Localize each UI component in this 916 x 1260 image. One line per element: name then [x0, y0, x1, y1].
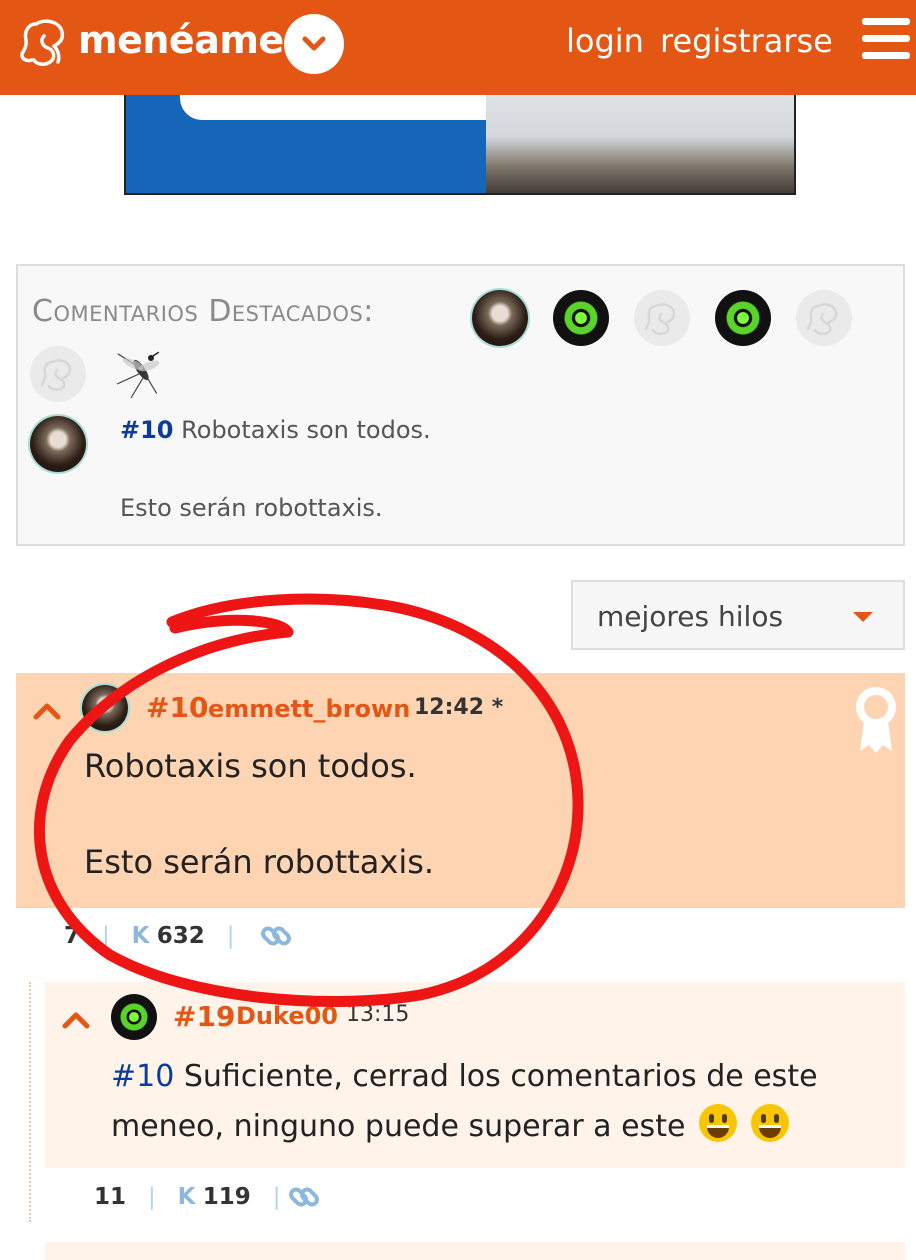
sort-selected-label: mejores hilos — [597, 600, 784, 633]
register-link[interactable]: registrarse — [660, 22, 833, 60]
featured-comment-number: #10 — [120, 416, 174, 444]
thread-line — [29, 982, 31, 1222]
comment-number[interactable]: #10 — [146, 691, 208, 724]
avatar-default[interactable] — [634, 290, 690, 346]
meta-separator: | — [212, 923, 235, 949]
vote-up-icon[interactable] — [61, 1010, 91, 1030]
karma-label: K — [131, 923, 150, 949]
comment-username[interactable]: emmett_brown — [208, 695, 410, 723]
comment-reference-link[interactable]: #10 — [111, 1059, 174, 1094]
next-comment-peek — [45, 1242, 905, 1260]
avatar[interactable] — [82, 685, 128, 731]
comment-number[interactable]: #19 — [173, 1000, 235, 1033]
permalink-icon[interactable] — [287, 1180, 321, 1214]
karma-label: K — [177, 1184, 196, 1210]
meta-separator: | — [133, 1184, 171, 1210]
featured-comments-title: Comentarios Destacados: — [32, 294, 374, 329]
comment: #10 emmett_brown 12:42 * Robotaxis son t… — [16, 673, 905, 908]
avatar-emmett[interactable] — [30, 416, 86, 472]
logo-dropdown-button[interactable] — [284, 14, 344, 74]
avatar-biohazard[interactable] — [553, 290, 609, 346]
site-logo-text[interactable]: menéame — [78, 18, 284, 62]
grinning-face-emoji-icon — [750, 1104, 789, 1142]
avatar-default[interactable] — [796, 290, 852, 346]
caret-down-icon — [853, 612, 873, 622]
avatar-mosquito[interactable] — [111, 344, 167, 400]
comment-meta: 11 | K 119 | — [94, 1184, 280, 1210]
avatar-biohazard[interactable] — [715, 290, 771, 346]
vote-count: 11 — [94, 1184, 127, 1210]
comment-username[interactable]: Duke00 — [236, 1002, 338, 1030]
avatar[interactable] — [111, 994, 157, 1040]
grinning-face-emoji-icon — [698, 1104, 737, 1142]
comment-text-line: Robotaxis son todos. — [84, 747, 417, 785]
comment-meta: 7 | K 632 | — [64, 923, 234, 949]
chevron-down-icon — [302, 36, 326, 51]
hamburger-menu-icon[interactable] — [862, 18, 910, 60]
meta-separator: | — [258, 1184, 281, 1210]
comment-text-line: Esto serán robottaxis. — [84, 843, 435, 881]
vote-count: 7 — [64, 923, 81, 949]
comment-reply: #19 Duke00 13:15 #10 Suficiente, cerrad … — [45, 982, 905, 1168]
comment-timestamp: 13:15 — [346, 1002, 410, 1027]
permalink-icon[interactable] — [259, 919, 293, 953]
avatar-emmett[interactable] — [472, 290, 528, 346]
comment-timestamp: 12:42 * — [414, 695, 504, 720]
featured-comment-link[interactable]: #10 Robotaxis son todos. — [120, 416, 431, 444]
karma-value: 119 — [202, 1184, 251, 1210]
login-link[interactable]: login — [566, 22, 644, 60]
featured-comment-body: Esto serán robottaxis. — [120, 494, 383, 522]
sort-select[interactable]: mejores hilos — [571, 580, 905, 650]
meta-separator: | — [87, 923, 125, 949]
featured-comments-box: Comentarios Destacados: #10 Robotaxis so… — [16, 264, 905, 546]
avatar-default[interactable] — [30, 346, 86, 402]
featured-comment-title: Robotaxis son todos. — [181, 416, 431, 444]
vote-up-icon[interactable] — [32, 701, 62, 721]
karma-value: 632 — [156, 923, 205, 949]
top-navbar: menéame login registrarse — [0, 0, 916, 95]
award-ribbon-icon — [856, 687, 896, 753]
comment-text: #10 Suficiente, cerrad los comentarios d… — [111, 1052, 891, 1152]
meneame-logo-icon[interactable] — [18, 14, 74, 70]
